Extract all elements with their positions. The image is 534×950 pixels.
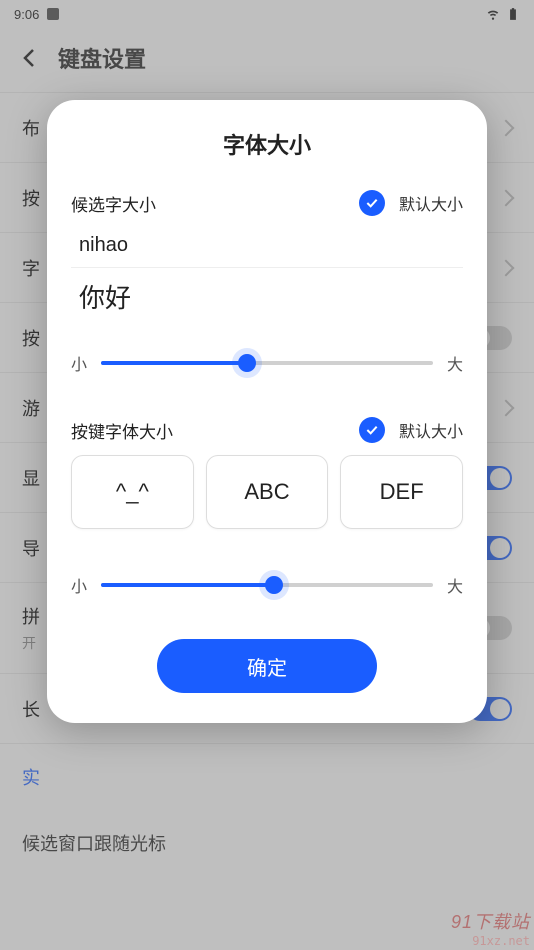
slider-track[interactable] <box>101 353 433 373</box>
candidate-preview-roman: nihao <box>71 224 463 268</box>
check-circle-icon <box>359 417 385 443</box>
font-size-dialog: 字体大小 候选字大小 默认大小 nihao 你好 小 大 按键字体大小 <box>47 100 487 723</box>
key-size-slider[interactable]: 小 大 <box>71 573 463 597</box>
slider-track[interactable] <box>101 575 433 595</box>
key-preview-row: ^_^ ABC DEF <box>71 455 463 529</box>
key-preview: ABC <box>206 455 329 529</box>
default-size-checkbox[interactable]: 默认大小 <box>359 417 463 443</box>
confirm-button[interactable]: 确定 <box>157 639 377 693</box>
dialog-title: 字体大小 <box>71 128 463 160</box>
check-circle-icon <box>359 190 385 216</box>
modal-overlay[interactable]: 字体大小 候选字大小 默认大小 nihao 你好 小 大 按键字体大小 <box>0 0 534 950</box>
slider-thumb[interactable] <box>238 354 256 372</box>
candidate-size-header: 候选字大小 默认大小 <box>71 190 463 216</box>
candidate-size-slider[interactable]: 小 大 <box>71 351 463 375</box>
slider-thumb[interactable] <box>265 576 283 594</box>
watermark: 91下载站 91xz.net <box>451 908 530 948</box>
key-preview: ^_^ <box>71 455 194 529</box>
candidate-preview-chinese: 你好 <box>71 268 463 325</box>
key-size-header: 按键字体大小 默认大小 <box>71 417 463 443</box>
key-preview: DEF <box>340 455 463 529</box>
default-size-checkbox[interactable]: 默认大小 <box>359 190 463 216</box>
